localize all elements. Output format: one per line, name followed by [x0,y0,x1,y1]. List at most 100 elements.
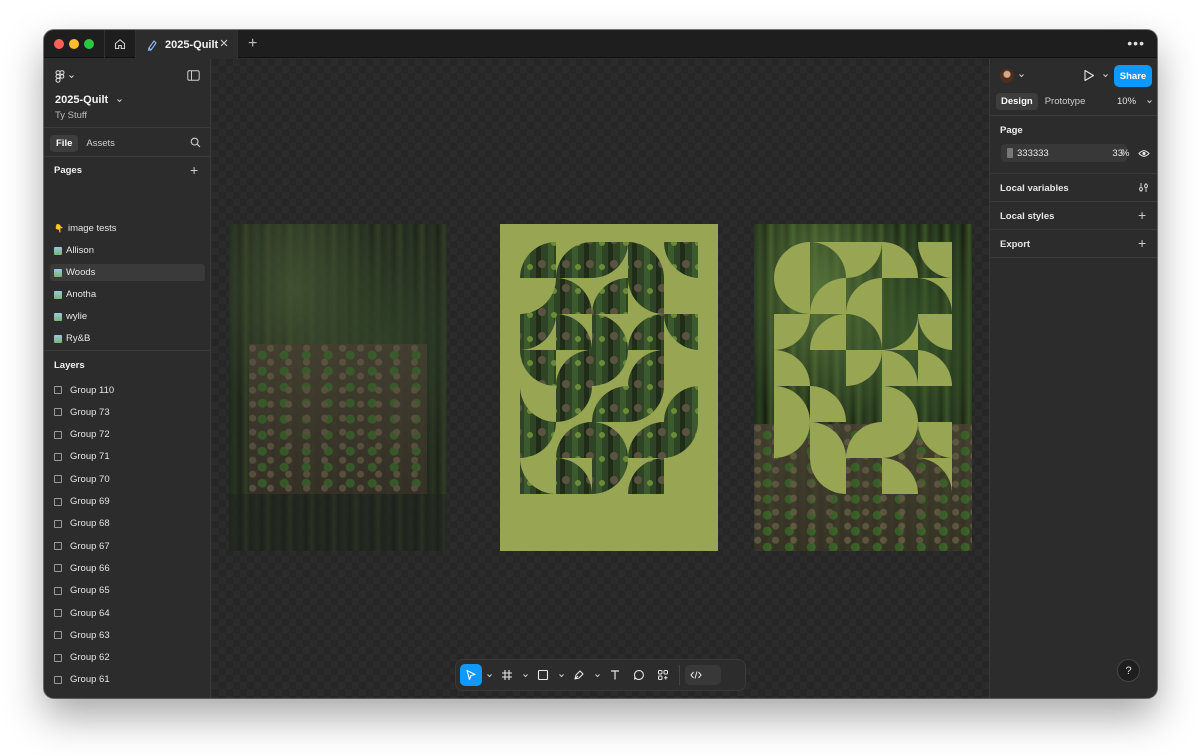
zoom-window-button[interactable] [84,39,94,49]
canvas[interactable] [212,59,989,698]
layer-item[interactable]: Group 72 [54,427,110,443]
layer-item[interactable]: Group 64 [54,605,110,621]
frame-photo-quilt-faded[interactable] [229,224,447,551]
quilt-shapes [774,242,952,494]
frame-tool-button[interactable] [496,664,518,686]
layer-item[interactable]: Group 68 [54,516,110,532]
page-item-allison[interactable]: Allison [50,242,205,259]
cursor-arrow-icon [466,669,476,681]
group-layer-icon [54,675,62,684]
tab-design[interactable]: Design [996,93,1038,110]
layer-item[interactable]: Group 62 [54,650,110,666]
pen-tool-button[interactable] [568,664,590,686]
shape-tool-button[interactable] [532,664,554,686]
minimize-window-button[interactable] [69,39,79,49]
add-page-button[interactable]: + [190,163,198,177]
chevron-down-icon [558,673,564,677]
tab-file[interactable]: File [50,135,79,152]
layer-item[interactable]: Group 69 [54,494,110,510]
title-bar: 2025-Quilt + ••• [44,30,1157,59]
actions-tool-button[interactable] [652,664,674,686]
frame-photo-with-green-shapes[interactable] [754,224,972,551]
main-menu-button[interactable] [55,70,75,83]
layer-label: Group 72 [70,429,110,441]
layer-item[interactable]: Group 67 [54,538,110,554]
more-menu-button[interactable]: ••• [1127,35,1145,51]
project-name[interactable]: Ty Stuff [55,110,87,121]
layer-item[interactable]: Group 110 [54,382,114,398]
variables-sliders-icon[interactable] [1138,182,1149,193]
file-tab[interactable]: 2025-Quilt [136,30,238,59]
local-styles-label[interactable]: Local styles [1000,211,1054,222]
layer-item[interactable]: Group 61 [54,672,110,688]
divider [990,229,1157,230]
layers-section-title: Layers [54,360,85,371]
layer-item[interactable]: Group 70 [54,471,110,487]
page-item-woods[interactable]: Woods [50,264,205,281]
page-color-field[interactable]: 333333 33 [1001,144,1127,162]
layer-item[interactable]: Group 73 [54,404,110,420]
layer-item[interactable]: Group 60 [54,694,110,698]
file-name[interactable]: 2025-Quilt [55,94,123,106]
layer-item[interactable]: Group 71 [54,449,110,465]
local-variables-label[interactable]: Local variables [1000,183,1069,194]
text-tool-button[interactable] [604,664,626,686]
page-color-hex[interactable]: 333333 [1017,148,1105,159]
comment-tool-button[interactable] [628,664,650,686]
chevron-down-icon [594,673,600,677]
pages-section-title: Pages [54,165,82,176]
present-play-icon[interactable] [1083,69,1095,82]
share-button[interactable]: Share [1114,65,1152,87]
eye-visibility-icon[interactable] [1138,149,1150,158]
color-swatch[interactable] [1007,148,1013,158]
home-tab[interactable] [104,30,136,58]
move-tool-button[interactable] [460,664,482,686]
layer-item[interactable]: Group 66 [54,560,110,576]
shape-tool-menu[interactable] [556,672,566,679]
divider [990,201,1157,202]
layer-item[interactable]: Group 63 [54,627,110,643]
toggle-sidebar-icon[interactable] [187,70,200,81]
add-style-button[interactable]: + [1138,208,1146,222]
group-layer-icon [54,386,62,394]
layer-label: Group 70 [70,473,110,485]
add-export-button[interactable]: + [1138,236,1146,250]
chevron-down-icon[interactable] [1102,72,1109,79]
frame-tool-menu[interactable] [520,672,530,679]
layer-item[interactable]: Group 65 [54,583,110,599]
page-item-label: image tests [67,223,117,234]
divider [44,127,210,128]
page-item-wylie[interactable]: wylie [50,308,205,325]
zoom-dropdown[interactable]: 10% [1117,96,1153,107]
frame-green-quilt[interactable] [500,224,718,551]
close-tab-icon[interactable] [219,38,229,48]
home-icon [114,39,126,50]
page-thumbnail-icon [54,268,62,277]
group-layer-icon [54,497,62,506]
page-item-ryb[interactable]: Ry&B [50,330,205,347]
export-label[interactable]: Export [1000,239,1030,250]
dev-mode-toggle[interactable] [685,665,721,685]
new-tab-button[interactable]: + [248,36,257,52]
layer-label: Group 65 [70,585,110,597]
divider [990,257,1157,258]
pen-tool-menu[interactable] [592,672,602,679]
design-file-icon [147,39,157,51]
page-thumbnail-icon [54,334,62,343]
tab-assets[interactable]: Assets [80,135,121,152]
zoom-value: 10% [1117,96,1137,107]
figma-window: 2025-Quilt + ••• 2025-Quilt Ty Stuff Fil… [44,30,1157,698]
page-item-anotha[interactable]: Anotha [50,286,205,303]
move-tool-menu[interactable] [484,672,494,679]
search-icon[interactable] [190,137,201,148]
chevron-down-icon [69,75,74,79]
page-item-image-tests[interactable]: 👇 image tests [50,220,205,237]
help-button[interactable]: ? [1117,659,1140,682]
user-avatar[interactable] [1000,69,1014,83]
tab-prototype[interactable]: Prototype [1040,93,1091,110]
page-item-label: wylie [66,311,88,322]
group-layer-icon [54,609,62,617]
close-window-button[interactable] [54,39,64,49]
chevron-down-icon[interactable] [1018,72,1025,79]
bottom-toolbar [455,659,746,691]
